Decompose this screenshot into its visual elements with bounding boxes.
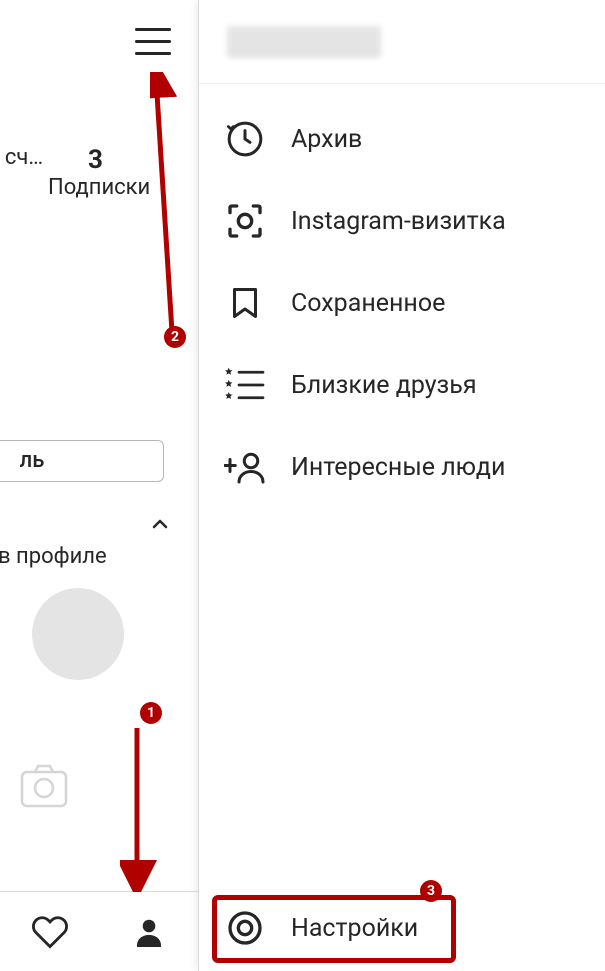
tab-profile[interactable] xyxy=(129,912,169,952)
menu-item-discover-people[interactable]: Интересные люди xyxy=(199,426,605,508)
annotation-badge-3: 3 xyxy=(420,880,442,902)
profile-hint-text: в профиле xyxy=(0,544,107,569)
menu-item-nametag[interactable]: Instagram-визитка xyxy=(199,180,605,262)
settings-icon xyxy=(223,906,267,950)
story-highlight-avatar[interactable] xyxy=(32,588,124,680)
menu-item-saved[interactable]: Сохраненное xyxy=(199,262,605,344)
drawer-menu-list: Архив Instagram-визитка Сохраненное xyxy=(199,84,605,508)
bookmark-icon xyxy=(223,281,267,325)
side-drawer: Архив Instagram-визитка Сохраненное xyxy=(198,0,605,971)
menu-item-archive[interactable]: Архив xyxy=(199,98,605,180)
hamburger-menu-button[interactable] xyxy=(135,28,171,55)
stat-label: Подписки xyxy=(48,175,143,200)
edit-profile-label: ль xyxy=(20,448,45,473)
drawer-header xyxy=(199,0,605,84)
bottom-tab-bar xyxy=(0,891,198,971)
annotation-badge-2: 2 xyxy=(164,326,186,348)
stat-count: 3 xyxy=(48,145,143,175)
menu-label: Близкие друзья xyxy=(291,371,477,400)
close-friends-icon xyxy=(223,363,267,407)
archive-icon xyxy=(223,117,267,161)
tab-activity[interactable] xyxy=(30,912,70,952)
profile-stats: сч… 3 Подписки xyxy=(0,145,198,200)
menu-item-close-friends[interactable]: Близкие друзья xyxy=(199,344,605,426)
menu-label: Instagram-визитка xyxy=(291,207,506,236)
username-blurred xyxy=(227,26,381,58)
annotation-badge-1: 1 xyxy=(140,702,162,724)
discover-people-icon xyxy=(223,445,267,489)
edit-profile-button[interactable]: ль xyxy=(0,440,164,482)
nametag-icon xyxy=(223,199,267,243)
stat-label: сч… xyxy=(0,145,48,170)
menu-label: Архив xyxy=(291,125,362,154)
menu-label: Интересные люди xyxy=(291,453,505,482)
chevron-up-icon[interactable] xyxy=(148,512,172,540)
profile-panel: сч… 3 Подписки ль в профиле xyxy=(0,0,198,971)
settings-label: Настройки xyxy=(291,914,418,943)
menu-label: Сохраненное xyxy=(291,289,445,318)
settings-button[interactable]: Настройки xyxy=(199,885,605,971)
stat-following[interactable]: 3 Подписки xyxy=(48,145,143,200)
camera-placeholder-icon xyxy=(20,762,68,810)
stat-subscribers-cut[interactable]: сч… xyxy=(0,145,48,200)
